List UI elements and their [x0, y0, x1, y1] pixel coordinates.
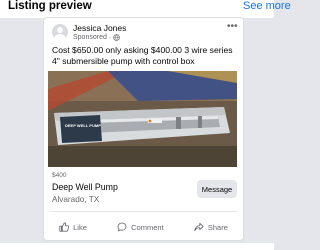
see-more-link[interactable]: See more	[243, 0, 291, 12]
share-button[interactable]: Share	[194, 222, 228, 232]
listing-photo[interactable]: DEEP WELL PUMP	[48, 71, 237, 167]
post-text: Cost $650.00 only asking $400.00 3 wire …	[52, 45, 233, 66]
globe-icon	[113, 34, 120, 41]
message-button[interactable]: Message	[197, 180, 237, 198]
avatar[interactable]	[52, 24, 68, 40]
section-title: Listing preview	[8, 0, 92, 12]
header-bar: Listing preview See more	[0, 0, 291, 18]
photo-box-caption: DEEP WELL PUMP	[65, 123, 101, 128]
listing-location: Alvarado, TX	[52, 195, 100, 204]
pump-photo-image: DEEP WELL PUMP	[48, 71, 237, 167]
more-options-icon[interactable]: •••	[227, 21, 238, 32]
post-meta: Sponsored ·	[73, 34, 120, 41]
listing-preview-card: Jessica Jones Sponsored · ••• Cost $650.…	[43, 17, 244, 241]
comment-icon	[117, 222, 127, 232]
action-bar: Like Comment Share	[44, 218, 243, 236]
like-button[interactable]: Like	[59, 222, 87, 232]
share-label: Share	[207, 222, 228, 232]
bottom-bar	[0, 243, 274, 250]
like-label: Like	[73, 222, 87, 232]
comment-label: Comment	[131, 222, 164, 232]
thumbs-up-icon	[59, 222, 70, 232]
sponsored-label: Sponsored ·	[73, 34, 112, 41]
listing-price: $400	[52, 172, 67, 179]
divider	[50, 211, 237, 212]
listing-title[interactable]: Deep Well Pump	[52, 182, 118, 192]
share-icon	[194, 222, 204, 231]
author-name[interactable]: Jessica Jones	[73, 23, 126, 33]
comment-button[interactable]: Comment	[117, 222, 164, 232]
